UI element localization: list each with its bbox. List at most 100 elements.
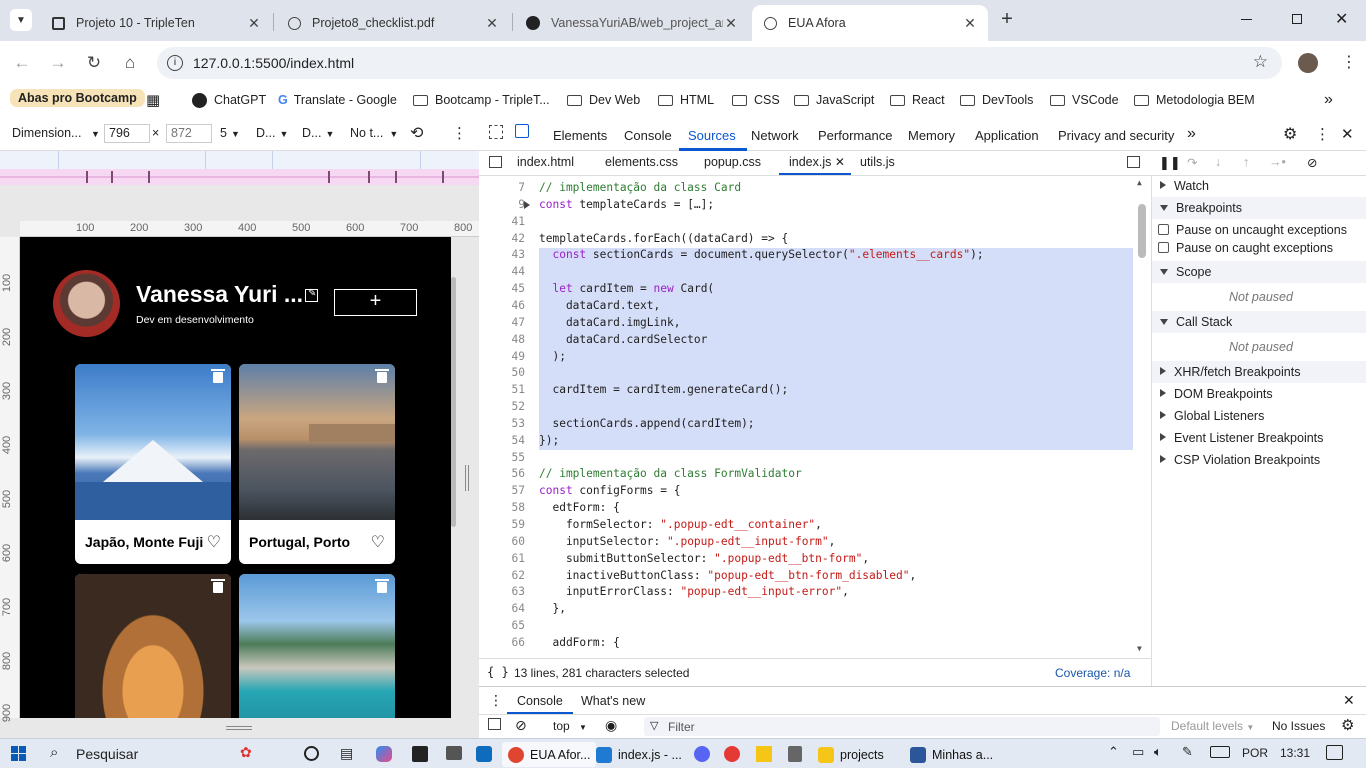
section-event-listener-breakpoints[interactable]: Event Listener Breakpoints [1160,431,1323,445]
section-watch[interactable]: Watch [1160,179,1209,193]
new-tab-button[interactable]: + [996,8,1018,30]
line-number[interactable]: 9 [479,198,525,211]
drawer-tab-whatsnew[interactable]: What's new [581,694,645,708]
card-image[interactable] [75,364,231,520]
media-query-bar-min[interactable] [0,169,479,185]
height-input[interactable]: 872 [166,124,212,143]
toggle-navigator-icon[interactable] [489,156,502,168]
close-icon[interactable]: ✕ [723,15,739,32]
card-image[interactable] [239,364,395,520]
devtools-tab-sources[interactable]: Sources [688,128,736,143]
issues-count[interactable]: No Issues [1272,719,1325,733]
bookmark-folder-bootcamp[interactable]: Bootcamp - TripleT... [413,91,550,109]
scroll-down-icon[interactable]: ▼ [1137,644,1142,653]
reload-button[interactable]: ↻ [82,51,106,75]
pause-uncaught-checkbox[interactable]: Pause on uncaught exceptions [1158,223,1347,237]
outlook-icon[interactable] [476,746,492,762]
close-window-button[interactable]: ✕ [1335,9,1348,29]
devtools-tab-privacy[interactable]: Privacy and security [1058,128,1174,143]
taskbar-app-vscode[interactable]: index.js - ... [596,742,682,767]
apps-grid-icon[interactable]: ▦ [146,91,160,109]
width-input[interactable]: 796 [104,124,150,143]
line-number[interactable]: 58 [479,501,525,514]
line-number[interactable]: 59 [479,518,525,531]
trash-icon[interactable] [211,369,225,383]
line-number[interactable]: 63 [479,585,525,598]
bookmark-folder-devweb[interactable]: Dev Web [567,91,640,109]
more-bookmarks-button[interactable]: » [1324,91,1333,109]
tab-search-button[interactable]: ▼ [10,9,32,31]
log-levels-select[interactable]: Default levels ▼ [1171,719,1254,733]
drawer-menu-icon[interactable]: ⋮ [489,692,503,709]
profile-avatar[interactable] [1298,53,1318,73]
browser-tab-1[interactable]: Projeto8_checklist.pdf ✕ [276,5,510,41]
devtools-tab-elements[interactable]: Elements [553,128,607,143]
chevron-up-icon[interactable]: ⌃ [1108,744,1119,760]
devtools-tab-console[interactable]: Console [624,128,672,143]
close-drawer-icon[interactable]: ✕ [1343,692,1355,709]
line-number[interactable]: 55 [479,451,525,464]
pretty-print-icon[interactable]: { } [487,665,509,679]
site-info-icon[interactable]: i [167,55,183,71]
home-button[interactable]: ⌂ [118,51,142,75]
file-tab-index-html[interactable]: index.html [517,155,574,169]
line-number[interactable]: 65 [479,619,525,632]
bookmark-tab-group[interactable]: Abas pro Bootcamp [10,89,145,107]
line-number[interactable]: 46 [479,299,525,312]
console-settings-icon[interactable]: ⚙ [1341,716,1354,734]
line-number[interactable]: 62 [479,569,525,582]
coverage-status[interactable]: Coverage: n/a [1055,666,1130,680]
expand-icon[interactable] [524,200,530,209]
line-number[interactable]: 48 [479,333,525,346]
scroll-up-icon[interactable]: ▲ [1137,178,1142,187]
inspect-element-icon[interactable] [489,125,503,139]
devtools-tab-network[interactable]: Network [751,128,799,143]
section-breakpoints[interactable]: Breakpoints [1160,201,1242,215]
section-csp-breakpoints[interactable]: CSP Violation Breakpoints [1160,453,1320,467]
card-image[interactable] [75,574,231,718]
file-tab-index-js[interactable]: index.js ✕ [789,155,845,169]
forward-button[interactable]: → [46,51,70,75]
line-number[interactable]: 43 [479,248,525,261]
bookmark-folder-javascript[interactable]: JavaScript [794,91,874,109]
line-number[interactable]: 45 [479,282,525,295]
line-number[interactable]: 60 [479,535,525,548]
line-number[interactable]: 61 [479,552,525,565]
file-tab-elements-css[interactable]: elements.css [605,155,678,169]
bookmark-folder-vscode[interactable]: VSCode [1050,91,1119,109]
clear-console-icon[interactable]: ⊘ [515,717,527,734]
language-indicator[interactable]: POR [1242,746,1268,760]
trash-icon[interactable] [375,579,389,593]
line-number[interactable]: 64 [479,602,525,615]
taskbar-search[interactable]: ⌕ Pesquisar ✿ [44,743,292,765]
section-global-listeners[interactable]: Global Listeners [1160,409,1264,423]
resize-handle-right[interactable] [465,465,469,491]
console-filter-input[interactable]: ▽ Filter [644,717,1160,736]
line-number[interactable]: 47 [479,316,525,329]
line-number[interactable]: 50 [479,366,525,379]
taskbar-app-chrome[interactable]: EUA Afor... [502,742,597,767]
code-editor[interactable]: 7 // implementação da class Card 9 const te… [479,176,1151,658]
pen-icon[interactable]: ✎ [1182,744,1193,760]
volume-icon[interactable]: 🔈︎ [1154,744,1162,760]
notifications-icon[interactable] [1326,745,1343,760]
line-number[interactable]: 44 [479,265,525,278]
widgets-icon[interactable]: ▤ [340,745,353,762]
line-number[interactable]: 7 [479,181,525,194]
step-over-icon[interactable]: ↷ [1187,155,1197,170]
line-number[interactable]: 49 [479,350,525,363]
taskbar-app-explorer[interactable]: projects [818,742,884,767]
file-tab-utils-js[interactable]: utils.js [860,155,895,169]
bookmark-folder-bem[interactable]: Metodologia BEM [1134,91,1255,109]
browser-tab-2[interactable]: VanessaYuriAB/web_project_aro ✕ [515,5,749,41]
bookmark-folder-css[interactable]: CSS [732,91,780,109]
devtools-tab-performance[interactable]: Performance [818,128,892,143]
context-select[interactable]: top ▼ [553,719,587,733]
resize-handle-bottom[interactable] [226,726,252,730]
address-bar[interactable]: i 127.0.0.1:5500/index.html ☆ [157,47,1282,79]
editor-scrollbar[interactable] [1138,204,1146,258]
devtools-tab-application[interactable]: Application [975,128,1039,143]
app-icon-gray[interactable] [446,746,462,760]
discord-icon[interactable] [694,746,710,762]
task-view-icon[interactable] [304,746,319,761]
